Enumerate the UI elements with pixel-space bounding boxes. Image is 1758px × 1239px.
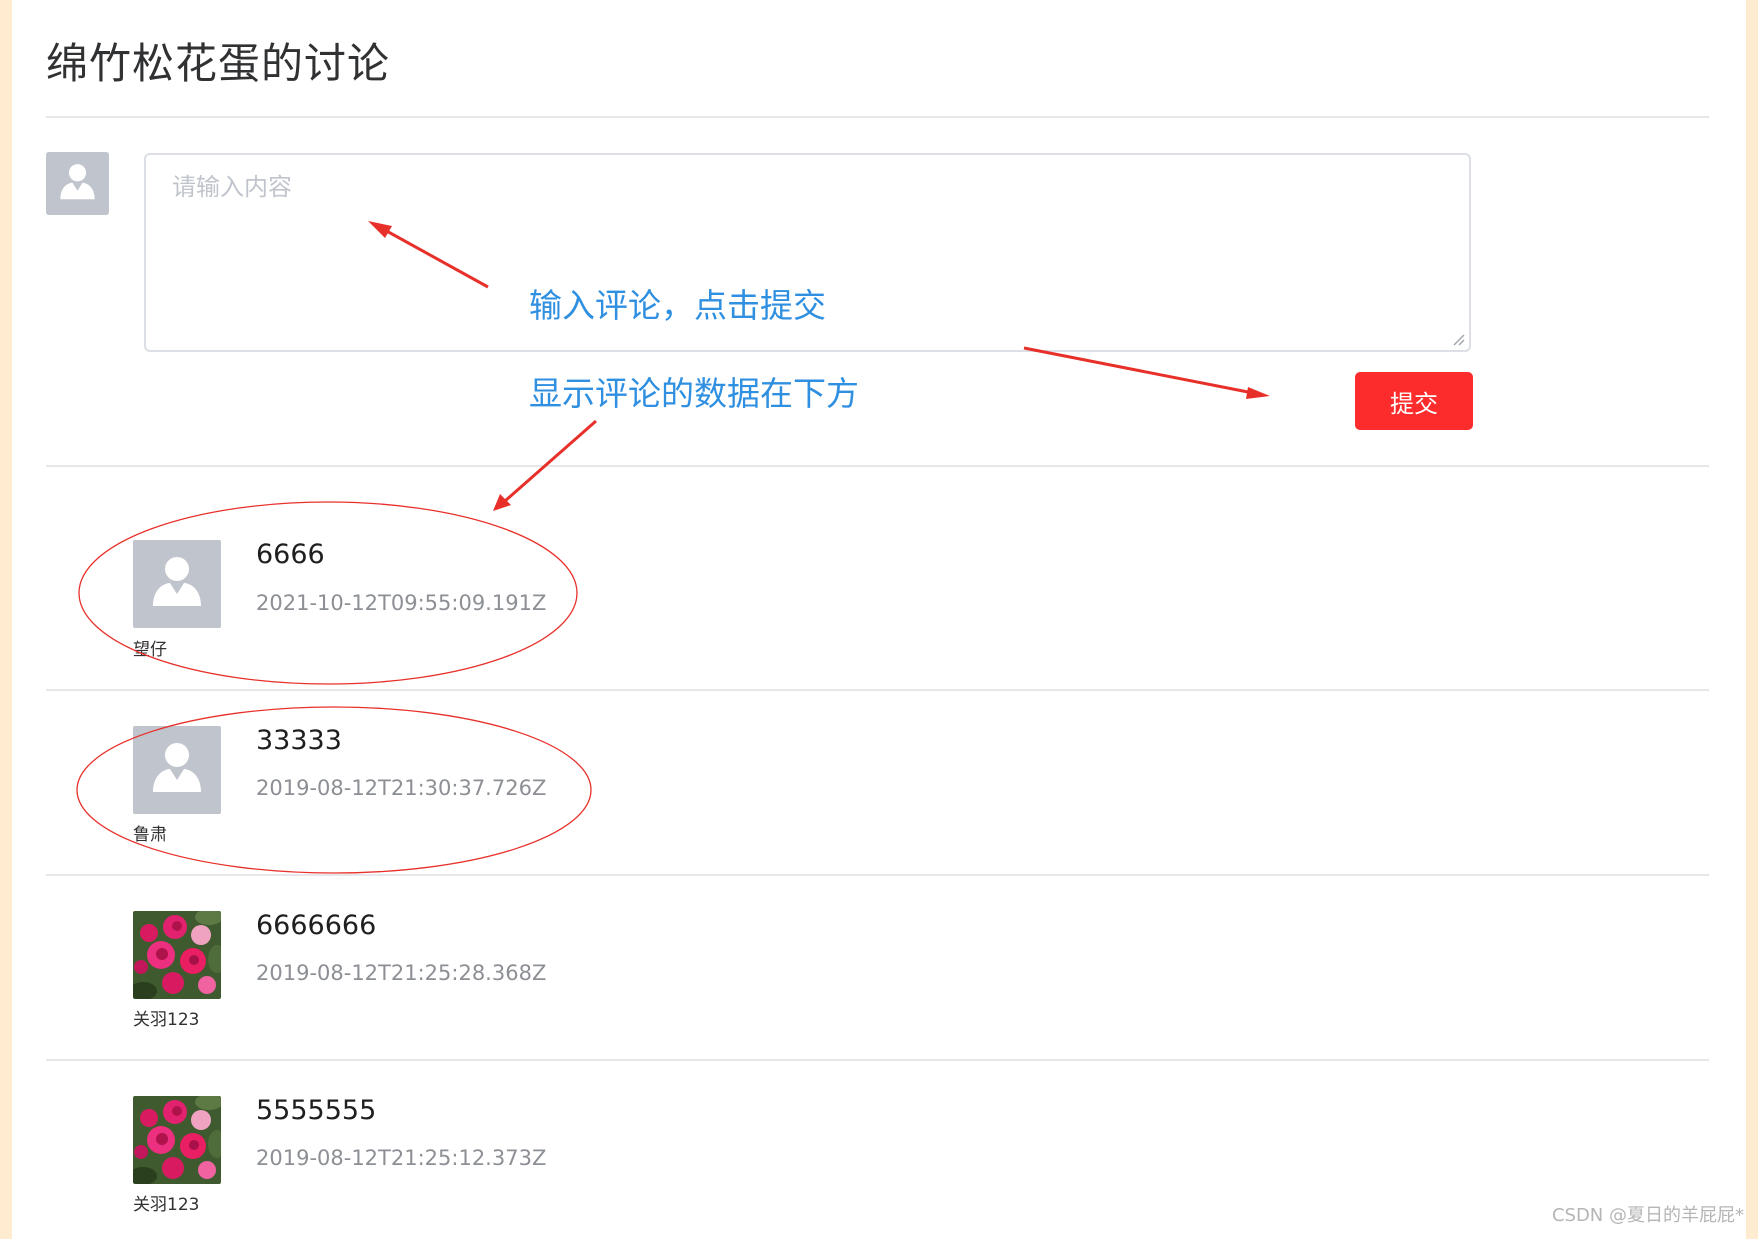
comment-username: 望仔 (133, 640, 167, 660)
csdn-watermark: CSDN @夏日的羊屁屁* (1551, 1205, 1744, 1226)
default-user-icon (133, 726, 221, 814)
comment-content: 33333 (256, 725, 342, 756)
list-annotation: 显示评论的数据在下方 (529, 374, 859, 413)
comment-timestamp: 2019-08-12T21:30:37.726Z (256, 776, 547, 800)
comment-avatar (133, 1096, 221, 1184)
comment-timestamp: 2019-08-12T21:25:12.373Z (256, 1146, 547, 1170)
comment-username: 鲁肃 (133, 825, 167, 845)
page-title: 绵竹松花蛋的讨论 (46, 39, 391, 88)
current-user-avatar (46, 152, 109, 215)
comment-content: 6666666 (256, 910, 377, 941)
title-divider (46, 116, 1709, 118)
editor-divider (46, 465, 1709, 467)
rose-photo-icon (133, 911, 221, 999)
comment-content: 5555555 (256, 1095, 377, 1126)
comment-divider (46, 874, 1709, 876)
rose-photo-icon (133, 1096, 221, 1184)
comment-avatar (133, 726, 221, 814)
comment-avatar (133, 540, 221, 628)
resize-handle-icon[interactable] (1451, 332, 1465, 346)
submit-button[interactable]: 提交 (1355, 372, 1473, 430)
discussion-page: 绵竹松花蛋的讨论 提交 望仔 6666 2021-10-12T09:55:09.… (12, 0, 1746, 1239)
default-user-icon (133, 540, 221, 628)
default-user-icon (46, 152, 109, 215)
comment-username: 关羽123 (133, 1195, 200, 1215)
comment-divider (46, 1059, 1709, 1061)
comment-username: 关羽123 (133, 1010, 200, 1030)
comment-timestamp: 2021-10-12T09:55:09.191Z (256, 591, 547, 615)
comment-divider (46, 689, 1709, 691)
comment-content: 6666 (256, 539, 325, 570)
input-annotation: 输入评论，点击提交 (529, 286, 826, 325)
comment-timestamp: 2019-08-12T21:25:28.368Z (256, 961, 547, 985)
comment-avatar (133, 911, 221, 999)
